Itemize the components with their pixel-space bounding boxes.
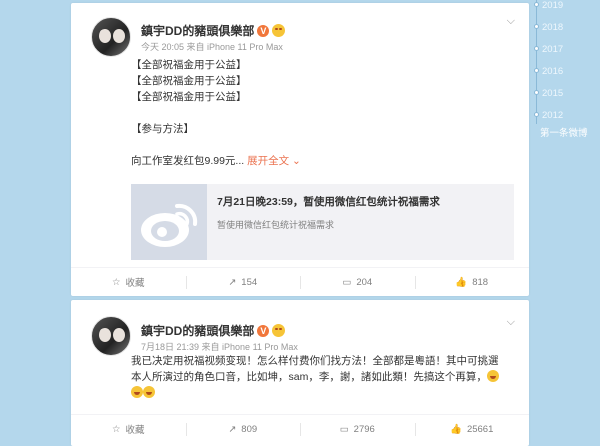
- chevron-down-icon[interactable]: ⌵: [507, 15, 515, 28]
- post-text-line: [131, 385, 499, 401]
- avatar[interactable]: [91, 316, 131, 356]
- laughing-emoji-icon: [131, 386, 143, 398]
- avatar[interactable]: [91, 17, 131, 57]
- star-icon: ☆: [111, 423, 121, 435]
- post-meta: 今天 20:05 来自 iPhone 11 Pro Max: [141, 42, 283, 52]
- favorite-button[interactable]: ☆ 收藏: [71, 415, 186, 443]
- timeline-year-2012[interactable]: 2012: [542, 110, 563, 121]
- timeline-dot: [534, 112, 539, 117]
- year-timeline: 2019 2018 2017 2016 2015 2012 第一条微博: [532, 0, 600, 140]
- timeline-dot: [534, 2, 539, 7]
- post-text: 【全部祝福金用于公益】 【全部祝福金用于公益】 【全部祝福金用于公益】 【参与方…: [131, 57, 301, 169]
- laughing-emoji-icon: [486, 370, 499, 382]
- post-text: 我已决定用祝福视频变现！怎么样付费你们找方法！全部都是粵語！其中可挑選 本人所演…: [131, 353, 499, 401]
- comment-button[interactable]: ▭ 204: [300, 268, 415, 296]
- post-text-line: 我已决定用祝福视频变现！怎么样付费你们找方法！全部都是粵語！其中可挑選: [131, 355, 499, 367]
- chevron-down-icon[interactable]: ⌵: [507, 316, 515, 329]
- post-text-line: 【全部祝福金用于公益】: [131, 75, 247, 87]
- weibo-post-card: 鎮宇DD的豬頭俱樂部 V 7月18日 21:39 来自 iPhone 11 Pr…: [71, 300, 529, 446]
- post-text-line: [131, 105, 301, 121]
- thumbs-up-icon: 👍: [450, 423, 462, 435]
- thumbs-up-icon: 👍: [455, 276, 468, 288]
- timeline-year-2015[interactable]: 2015: [542, 88, 563, 99]
- repost-button[interactable]: ↗ 809: [185, 415, 301, 443]
- comment-icon: ▭: [342, 276, 352, 288]
- timeline-dot: [534, 68, 539, 73]
- link-card[interactable]: 7月21日晚23:59，暂使用微信红包统计祝福需求 暂使用微信红包统计祝福需求: [131, 184, 514, 260]
- comment-count: 2796: [353, 423, 375, 435]
- repost-icon: ↗: [228, 276, 237, 288]
- post-text-line: 本人所演过的角色口音，比如坤，sam，李，謝，諸如此類！先搞这个再算，: [131, 369, 499, 385]
- timeline-year-2018[interactable]: 2018: [542, 22, 563, 33]
- repost-count: 154: [241, 276, 258, 288]
- verified-badge-icon: V: [257, 324, 270, 337]
- comment-icon: ▭: [339, 423, 349, 435]
- laughing-emoji-icon: [143, 386, 155, 398]
- link-card-title: 7月21日晚23:59，暂使用微信红包统计祝福需求: [217, 196, 440, 208]
- member-emoji-icon: [272, 324, 286, 337]
- repost-button[interactable]: ↗ 154: [185, 268, 301, 296]
- post-action-bar: ☆ 收藏 ↗ 154 ▭ 204 👍 818: [71, 267, 529, 296]
- expand-full-text-link[interactable]: 展开全文 ⌄: [247, 155, 301, 167]
- star-icon: ☆: [111, 276, 121, 288]
- like-button[interactable]: 👍 818: [414, 268, 530, 296]
- like-count: 25661: [466, 423, 494, 435]
- member-emoji-icon: [272, 24, 286, 37]
- timeline-dot: [534, 90, 539, 95]
- repost-icon: ↗: [228, 423, 237, 435]
- weibo-post-card: 鎮宇DD的豬頭俱樂部 V 今天 20:05 来自 iPhone 11 Pro M…: [71, 3, 529, 296]
- author-name-row: 鎮宇DD的豬頭俱樂部 V: [141, 22, 286, 39]
- post-text-line: 【全部祝福金用于公益】: [131, 91, 247, 103]
- author-name-row: 鎮宇DD的豬頭俱樂部 V: [141, 322, 286, 339]
- post-text-truncated: 向工作室发红包9.99元...: [131, 155, 245, 167]
- favorite-button[interactable]: ☆ 收藏: [71, 268, 186, 296]
- chevron-down-icon: ⌄: [292, 155, 301, 167]
- timeline-year-2016[interactable]: 2016: [542, 66, 563, 77]
- first-post-link[interactable]: 第一条微博: [540, 125, 588, 139]
- timeline-dot: [534, 46, 539, 51]
- favorite-label: 收藏: [125, 278, 145, 289]
- post-text-line: 向工作室发红包9.99元... 展开全文 ⌄: [131, 153, 301, 169]
- timeline-dot: [534, 24, 539, 29]
- favorite-label: 收藏: [125, 425, 145, 436]
- post-action-bar: ☆ 收藏 ↗ 809 ▭ 2796 👍 25661: [71, 414, 529, 443]
- link-card-description: 暂使用微信红包统计祝福需求: [217, 220, 335, 230]
- comment-button[interactable]: ▭ 2796: [300, 415, 415, 443]
- repost-count: 809: [241, 423, 258, 435]
- like-button[interactable]: 👍 25661: [414, 415, 530, 443]
- weibo-logo-icon: [131, 184, 207, 260]
- post-text-line: 【全部祝福金用于公益】: [131, 59, 247, 71]
- author-name[interactable]: 鎮宇DD的豬頭俱樂部: [141, 322, 254, 339]
- timeline-year-2017[interactable]: 2017: [542, 44, 563, 55]
- timeline-line: [536, 0, 537, 124]
- post-text-line: 【参与方法】: [131, 123, 194, 135]
- post-text-line: [131, 137, 301, 153]
- timeline-year-2019[interactable]: 2019: [542, 0, 563, 11]
- author-name[interactable]: 鎮宇DD的豬頭俱樂部: [141, 22, 254, 39]
- comment-count: 204: [356, 276, 373, 288]
- verified-badge-icon: V: [257, 24, 270, 37]
- post-meta: 7月18日 21:39 来自 iPhone 11 Pro Max: [141, 342, 298, 352]
- like-count: 818: [472, 276, 489, 288]
